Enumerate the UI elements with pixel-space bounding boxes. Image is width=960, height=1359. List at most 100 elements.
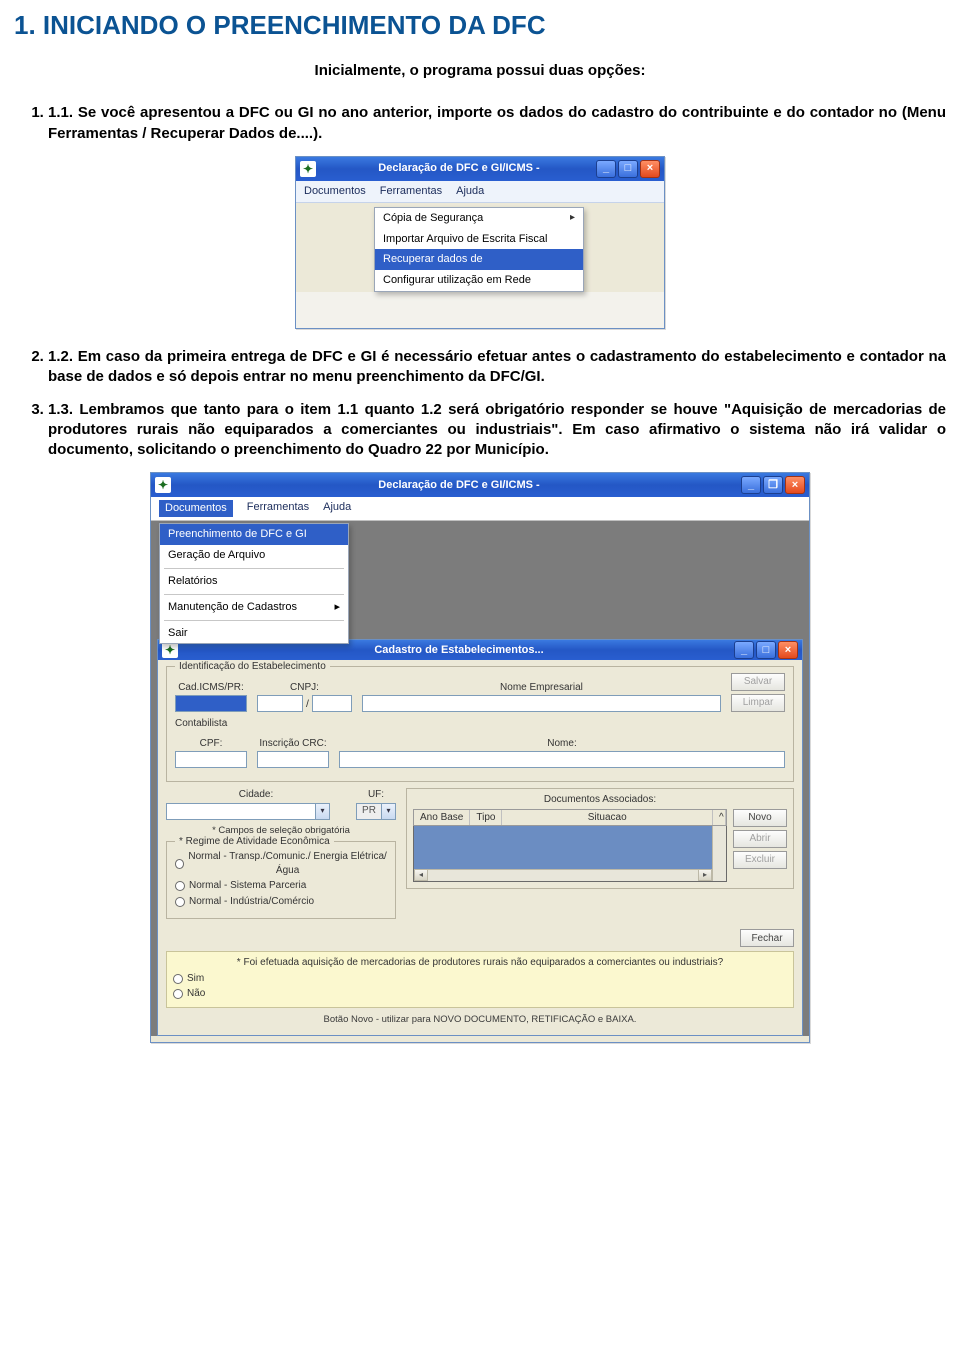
window-caption: Declaração de DFC e GI/ICMS - (322, 161, 596, 176)
titlebar: ✦ Declaração de DFC e GI/ICMS - _ □ × (296, 157, 664, 181)
cnpj-input-2[interactable] (312, 695, 352, 712)
menu-item-label: Preenchimento de DFC e GI (168, 527, 307, 542)
close-icon[interactable]: × (640, 160, 660, 178)
menu-item-label: Manutenção de Cadastros (168, 600, 297, 615)
list-item-2: 1.2. Em caso da primeira entrega de DFC … (48, 347, 946, 388)
chevron-down-icon[interactable]: ▾ (382, 803, 396, 820)
menu-item-label: Recuperar dados de (383, 252, 483, 267)
group-legend: Identificação do Estabelecimento (175, 660, 330, 674)
intro-text: Inicialmente, o programa possui duas opç… (14, 61, 946, 81)
bottom-note: Botão Novo - utilizar para NOVO DOCUMENT… (166, 1014, 794, 1027)
docs-list[interactable]: ◂ ▸ (413, 826, 727, 882)
radio-label: Não (187, 987, 205, 1001)
radio-regime-1[interactable]: Normal - Transp./Comunic./ Energia Elétr… (175, 850, 387, 877)
docs-label: Documentos Associados: (413, 793, 787, 807)
radio-label: Normal - Indústria/Comércio (189, 895, 314, 909)
fechar-button[interactable]: Fechar (740, 929, 794, 947)
maximize-icon[interactable]: □ (618, 160, 638, 178)
menu-ajuda[interactable]: Ajuda (456, 184, 484, 199)
label-cidade: Cidade: (166, 788, 346, 802)
nome-empresarial-input[interactable] (362, 695, 721, 712)
label-uf: UF: (356, 788, 396, 802)
label-crc: Inscrição CRC: (257, 737, 329, 751)
menu-item-configurar-rede[interactable]: Configurar utilização em Rede (375, 270, 583, 291)
page-title: 1. INICIANDO O PREENCHIMENTO DA DFC (14, 8, 946, 43)
nome-input[interactable] (339, 751, 785, 768)
list-item-3: 1.3. Lembramos que tanto para o item 1.1… (48, 400, 946, 461)
menu-item-label: Cópia de Segurança (383, 211, 483, 226)
menu-item-label: Relatórios (168, 574, 218, 589)
minimize-icon[interactable]: _ (596, 160, 616, 178)
maximize-icon[interactable]: □ (756, 641, 776, 659)
menu-ferramentas[interactable]: Ferramentas (380, 184, 442, 199)
question-text: * Foi efetuada aquisição de mercadorias … (173, 956, 787, 970)
novo-button[interactable]: Novo (733, 809, 787, 827)
menu-item-recuperar-dados[interactable]: Recuperar dados de (375, 249, 583, 270)
radio-regime-2[interactable]: Normal - Sistema Parceria (175, 879, 387, 893)
col-ano-base[interactable]: Ano Base (414, 810, 470, 826)
radio-regime-3[interactable]: Normal - Indústria/Comércio (175, 895, 387, 909)
group-regime: * Regime de Atividade Econômica Normal -… (166, 841, 396, 919)
close-icon[interactable]: × (785, 476, 805, 494)
cidade-input[interactable] (166, 803, 316, 820)
chevron-down-icon[interactable]: ▾ (316, 803, 330, 820)
sort-icon[interactable]: ^ (713, 810, 726, 826)
menu-item-importar[interactable]: Importar Arquivo de Escrita Fiscal (375, 229, 583, 250)
abrir-button[interactable]: Abrir (733, 830, 787, 848)
item-1-text: Se você apresentou a DFC ou GI no ano an… (48, 104, 946, 141)
minimize-icon[interactable]: _ (734, 641, 754, 659)
screenshot-2-window: ✦ Declaração de DFC e GI/ICMS - _ ❐ × Do… (150, 472, 810, 1042)
cnpj-input-1[interactable] (257, 695, 303, 712)
horizontal-scrollbar[interactable] (414, 869, 712, 881)
menu-item-preenchimento[interactable]: Preenchimento de DFC e GI (160, 524, 348, 545)
col-tipo[interactable]: Tipo (470, 810, 502, 826)
scroll-left-icon[interactable]: ◂ (414, 869, 428, 881)
window-caption: Declaração de DFC e GI/ICMS - (177, 478, 741, 493)
salvar-button[interactable]: Salvar (731, 673, 785, 691)
menu-item-copia-seguranca[interactable]: Cópia de Segurança ▸ (375, 208, 583, 229)
col-situacao[interactable]: Situacao (502, 810, 713, 826)
ferramentas-dropdown: Cópia de Segurança ▸ Importar Arquivo de… (374, 207, 584, 292)
list-item-1: 1.1. Se você apresentou a DFC ou GI no a… (48, 103, 946, 144)
documentos-associados: Documentos Associados: Ano Base Tipo Sit… (406, 788, 794, 889)
screenshot-1-window: ✦ Declaração de DFC e GI/ICMS - _ □ × Do… (295, 156, 665, 329)
minimize-icon[interactable]: _ (741, 476, 761, 494)
menubar: Documentos Ferramentas Ajuda (296, 181, 664, 203)
scroll-right-icon[interactable]: ▸ (698, 869, 712, 881)
limpar-button[interactable]: Limpar (731, 694, 785, 712)
menu-item-label: Sair (168, 626, 188, 641)
menu-documentos[interactable]: Documentos (159, 500, 233, 517)
item-2-text: Em caso da primeira entrega de DFC e GI … (48, 348, 946, 385)
crc-input[interactable] (257, 751, 329, 768)
radio-label: Normal - Transp./Comunic./ Energia Elétr… (188, 850, 387, 877)
menu-ajuda[interactable]: Ajuda (323, 500, 351, 517)
label-cadicms: Cad.ICMS/PR: (175, 681, 247, 695)
vertical-scrollbar[interactable] (712, 826, 726, 881)
radio-nao[interactable]: Não (173, 987, 787, 1001)
radio-label: Normal - Sistema Parceria (189, 879, 306, 893)
menu-item-manutencao[interactable]: Manutenção de Cadastros ▸ (160, 597, 348, 618)
menu-item-geracao[interactable]: Geração de Arquivo (160, 545, 348, 566)
menu-item-label: Importar Arquivo de Escrita Fiscal (383, 232, 547, 247)
restore-icon[interactable]: ❐ (763, 476, 783, 494)
menubar: Documentos Ferramentas Ajuda (151, 497, 809, 521)
menu-documentos[interactable]: Documentos (304, 184, 366, 199)
menu-ferramentas[interactable]: Ferramentas (247, 500, 309, 517)
radio-label: Sim (187, 972, 204, 986)
close-icon[interactable]: × (778, 641, 798, 659)
cpf-input[interactable] (175, 751, 247, 768)
cadastro-window: ✦ Cadastro de Estabelecimentos... _ □ × … (157, 639, 803, 1036)
app-icon: ✦ (162, 642, 178, 658)
question-box: * Foi efetuada aquisição de mercadorias … (166, 951, 794, 1008)
item-3-text: Lembramos que tanto para o item 1.1 quan… (48, 401, 946, 459)
chevron-right-icon: ▸ (334, 600, 340, 615)
label-nome: Nome: (339, 737, 785, 751)
app-icon: ✦ (300, 161, 316, 177)
cadicms-input[interactable] (175, 695, 247, 712)
excluir-button[interactable]: Excluir (733, 851, 787, 869)
menu-item-sair[interactable]: Sair (160, 623, 348, 644)
menu-item-relatorios[interactable]: Relatórios (160, 571, 348, 592)
menu-item-label: Configurar utilização em Rede (383, 273, 531, 288)
radio-sim[interactable]: Sim (173, 972, 787, 986)
uf-input[interactable]: PR (356, 803, 382, 820)
